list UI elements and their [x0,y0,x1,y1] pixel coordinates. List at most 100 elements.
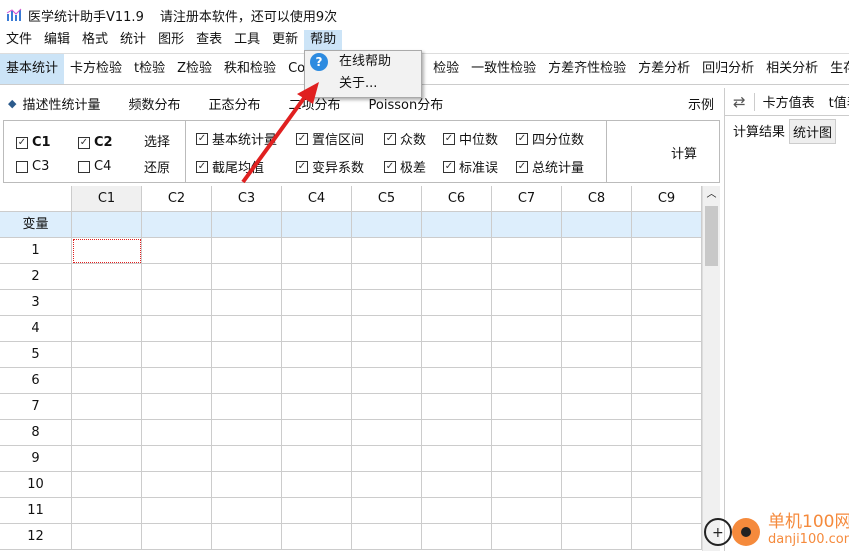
data-cell[interactable] [492,238,562,264]
tab-8[interactable]: 方差齐性检验 [542,54,632,84]
data-cell[interactable] [422,316,492,342]
data-cell[interactable] [632,368,702,394]
column-header[interactable]: C6 [422,186,492,212]
row-header[interactable]: 1 [0,238,72,264]
row-header[interactable]: 3 [0,290,72,316]
data-cell[interactable] [72,238,142,264]
data-cell[interactable] [492,264,562,290]
row-header[interactable]: 12 [0,524,72,550]
menu-7[interactable]: 更新 [266,30,304,50]
data-cell[interactable] [352,498,422,524]
var-name-cell[interactable] [72,212,142,238]
tab-7[interactable]: 一致性检验 [465,54,542,84]
var-name-cell[interactable] [282,212,352,238]
stat-checkbox-8[interactable]: ✓ 标准误 [443,157,498,176]
data-cell[interactable] [212,446,282,472]
data-cell[interactable] [282,394,352,420]
data-cell[interactable] [422,290,492,316]
data-cell[interactable] [282,342,352,368]
data-cell[interactable] [422,446,492,472]
data-cell[interactable] [352,472,422,498]
data-cell[interactable] [632,524,702,550]
subtab-descriptive[interactable]: ◆ 描述性统计量 [0,94,114,113]
menu-4[interactable]: 图形 [152,30,190,50]
data-cell[interactable] [212,264,282,290]
data-cell[interactable] [562,316,632,342]
data-cell[interactable] [492,394,562,420]
data-cell[interactable] [282,290,352,316]
tab-1[interactable]: 卡方检验 [64,54,128,84]
tab-2[interactable]: t检验 [128,54,171,84]
tab-chart[interactable]: 统计图 [789,119,837,144]
data-cell[interactable] [212,498,282,524]
data-cell[interactable] [72,290,142,316]
data-cell[interactable] [212,524,282,550]
data-cell[interactable] [492,290,562,316]
data-cell[interactable] [422,498,492,524]
data-cell[interactable] [632,446,702,472]
data-cell[interactable] [282,264,352,290]
row-header[interactable]: 9 [0,446,72,472]
data-cell[interactable] [282,472,352,498]
row-header[interactable]: 8 [0,420,72,446]
data-cell[interactable] [352,394,422,420]
var-name-cell[interactable] [352,212,422,238]
data-cell[interactable] [212,368,282,394]
var-name-cell[interactable] [492,212,562,238]
var-name-cell[interactable] [422,212,492,238]
tab-6[interactable]: 检验 [427,54,465,84]
data-cell[interactable] [492,446,562,472]
column-header[interactable]: C7 [492,186,562,212]
data-cell[interactable] [142,368,212,394]
data-cell[interactable] [492,368,562,394]
data-cell[interactable] [562,238,632,264]
data-cell[interactable] [492,342,562,368]
row-header[interactable]: 2 [0,264,72,290]
data-cell[interactable] [142,524,212,550]
data-cell[interactable] [142,342,212,368]
scroll-thumb[interactable] [705,206,718,266]
var-name-cell[interactable] [562,212,632,238]
data-cell[interactable] [352,316,422,342]
data-cell[interactable] [422,394,492,420]
data-cell[interactable] [72,342,142,368]
column-header[interactable]: C2 [142,186,212,212]
row-header[interactable]: 7 [0,394,72,420]
row-header[interactable]: 11 [0,498,72,524]
data-cell[interactable] [562,394,632,420]
data-cell[interactable] [352,238,422,264]
data-cell[interactable] [632,342,702,368]
row-header[interactable]: 5 [0,342,72,368]
data-cell[interactable] [352,264,422,290]
data-cell[interactable] [632,264,702,290]
data-cell[interactable] [282,446,352,472]
stat-checkbox-4[interactable]: ✓ 四分位数 [516,129,584,148]
var-name-cell[interactable] [212,212,282,238]
data-cell[interactable] [632,290,702,316]
data-cell[interactable] [632,420,702,446]
data-cell[interactable] [562,264,632,290]
data-cell[interactable] [422,368,492,394]
data-cell[interactable] [282,316,352,342]
select-button[interactable]: 选择 [144,131,170,150]
data-cell[interactable] [352,342,422,368]
menu-item-online-help[interactable]: ? 在线帮助 [305,51,421,73]
var-checkbox-C4[interactable]: C4 [78,159,111,174]
column-header[interactable]: C5 [352,186,422,212]
data-cell[interactable] [282,524,352,550]
data-cell[interactable] [632,316,702,342]
data-cell[interactable] [142,420,212,446]
data-cell[interactable] [72,446,142,472]
data-cell[interactable] [632,498,702,524]
data-cell[interactable] [142,290,212,316]
data-cell[interactable] [212,472,282,498]
stat-checkbox-7[interactable]: ✓ 极差 [384,157,426,176]
data-cell[interactable] [492,498,562,524]
data-cell[interactable] [212,394,282,420]
var-name-cell[interactable] [632,212,702,238]
data-cell[interactable] [72,498,142,524]
data-cell[interactable] [632,394,702,420]
menu-6[interactable]: 工具 [228,30,266,50]
data-cell[interactable] [422,342,492,368]
data-cell[interactable] [562,524,632,550]
